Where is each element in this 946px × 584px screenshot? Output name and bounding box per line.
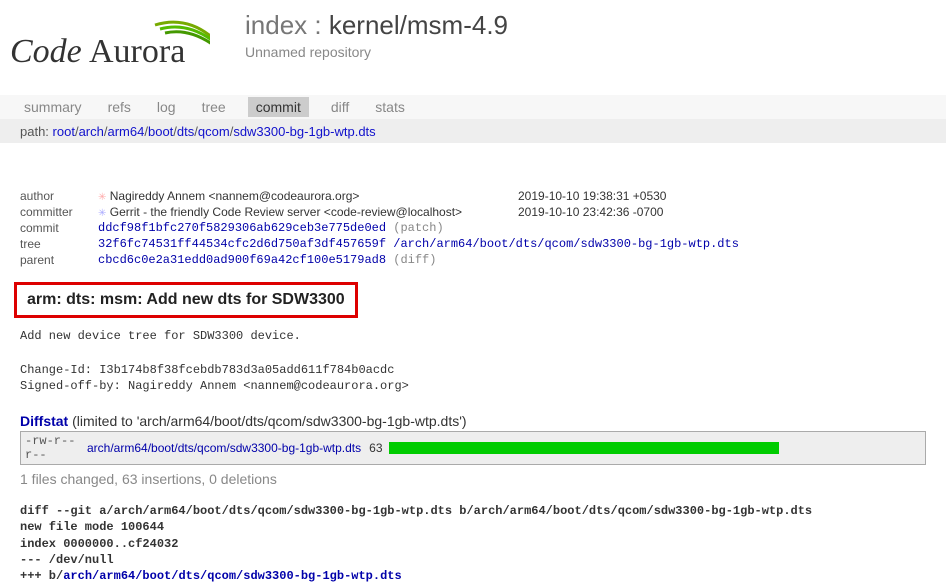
diffstat-summary: 1 files changed, 63 insertions, 0 deleti…	[20, 471, 926, 487]
diffstat-header: Diffstat (limited to 'arch/arm64/boot/dt…	[20, 413, 946, 429]
svg-text:Code: Code	[10, 33, 82, 70]
committer-label: committer	[20, 205, 98, 219]
diff-newfile-line: new file mode 100644	[20, 520, 164, 534]
path-seg-root[interactable]: root	[53, 124, 75, 139]
author-label: author	[20, 189, 98, 203]
diffstat-table: -rw-r--r-- arch/arm64/boot/dts/qcom/sdw3…	[20, 431, 926, 465]
repo-title: index : kernel/msm-4.9	[245, 10, 508, 41]
page-header: CodeAurora index : kernel/msm-4.9 Unname…	[0, 0, 946, 75]
committer-date: 2019-10-10 23:42:36 -0700	[518, 205, 663, 219]
commit-hash-link[interactable]: ddcf98f1bfc270f5829306ab629ceb3e775de0ed	[98, 221, 386, 235]
parent-hash-link[interactable]: cbcd6c0e2a31edd0ad900f69a42cf100e5179ad8	[98, 253, 386, 267]
tab-diff[interactable]: diff	[327, 97, 353, 117]
tab-summary[interactable]: summary	[20, 97, 86, 117]
author-date: 2019-10-10 19:38:31 +0530	[518, 189, 666, 203]
avatar-icon: ✳	[98, 192, 106, 203]
diff-plus-file-link[interactable]: arch/arm64/boot/dts/qcom/sdw3300-bg-1gb-…	[63, 569, 401, 583]
tab-refs[interactable]: refs	[104, 97, 135, 117]
index-label: index :	[245, 10, 322, 40]
repo-subtitle: Unnamed repository	[245, 44, 508, 60]
repo-title-block: index : kernel/msm-4.9 Unnamed repositor…	[220, 10, 508, 60]
path-seg-arch[interactable]: arch	[79, 124, 104, 139]
tab-tree[interactable]: tree	[198, 97, 230, 117]
diffstat-count: 63	[369, 441, 382, 455]
diff-link[interactable]: (diff)	[393, 253, 436, 267]
diffstat-file-link[interactable]: arch/arm64/boot/dts/qcom/sdw3300-bg-1gb-…	[87, 441, 361, 455]
author-value: Nagireddy Annem <nannem@codeaurora.org>	[110, 189, 360, 203]
path-seg-dts[interactable]: dts	[177, 124, 194, 139]
repo-name-link[interactable]: kernel/msm-4.9	[329, 10, 508, 40]
diff-index-line: index 0000000..cf24032	[20, 537, 178, 551]
parent-label: parent	[20, 253, 98, 267]
diff-header-line: diff --git a/arch/arm64/boot/dts/qcom/sd…	[20, 504, 812, 518]
path-seg-arm64[interactable]: arm64	[108, 124, 145, 139]
tree-hash-link[interactable]: 32f6fc74531ff44534cfc2d6d750af3df457659f	[98, 237, 386, 251]
path-seg-boot[interactable]: boot	[148, 124, 173, 139]
codeaurora-logo: CodeAurora	[10, 10, 220, 75]
commit-info-table: author ✳ Nagireddy Annem <nannem@codeaur…	[20, 188, 946, 268]
avatar-icon: ✳	[98, 208, 106, 219]
tab-stats[interactable]: stats	[371, 97, 409, 117]
diffstat-row: -rw-r--r-- arch/arm64/boot/dts/qcom/sdw3…	[21, 432, 925, 464]
tab-commit[interactable]: commit	[248, 97, 309, 117]
tab-log[interactable]: log	[153, 97, 180, 117]
insertion-bar	[389, 442, 779, 454]
tree-label: tree	[20, 237, 98, 251]
file-mode: -rw-r--r--	[25, 434, 87, 462]
tree-path-link[interactable]: /arch/arm64/boot/dts/qcom/sdw3300-bg-1gb…	[393, 237, 739, 251]
path-bar: path: root/arch/arm64/boot/dts/qcom/sdw3…	[0, 120, 946, 143]
diff-plus-line: +++ b/arch/arm64/boot/dts/qcom/sdw3300-b…	[20, 569, 402, 583]
path-label: path:	[20, 124, 49, 139]
commit-title: arm: dts: msm: Add new dts for SDW3300	[27, 291, 345, 309]
diff-minus-line: --- /dev/null	[20, 553, 114, 567]
commit-label: commit	[20, 221, 98, 235]
committer-value: Gerrit - the friendly Code Review server…	[110, 205, 462, 219]
path-seg-file[interactable]: sdw3300-bg-1gb-wtp.dts	[233, 124, 375, 139]
commit-message: Add new device tree for SDW3300 device. …	[20, 328, 946, 395]
diffstat-link[interactable]: Diffstat	[20, 413, 68, 429]
logo-svg: CodeAurora	[10, 15, 210, 75]
patch-link[interactable]: (patch)	[393, 221, 443, 235]
diffstat-limited: (limited to 'arch/arm64/boot/dts/qcom/sd…	[68, 413, 466, 429]
diff-output: diff --git a/arch/arm64/boot/dts/qcom/sd…	[20, 503, 926, 584]
commit-title-highlight: arm: dts: msm: Add new dts for SDW3300	[14, 282, 358, 318]
nav-tabs: summary refs log tree commit diff stats	[0, 95, 946, 120]
path-seg-qcom[interactable]: qcom	[198, 124, 230, 139]
svg-text:Aurora: Aurora	[89, 33, 185, 70]
